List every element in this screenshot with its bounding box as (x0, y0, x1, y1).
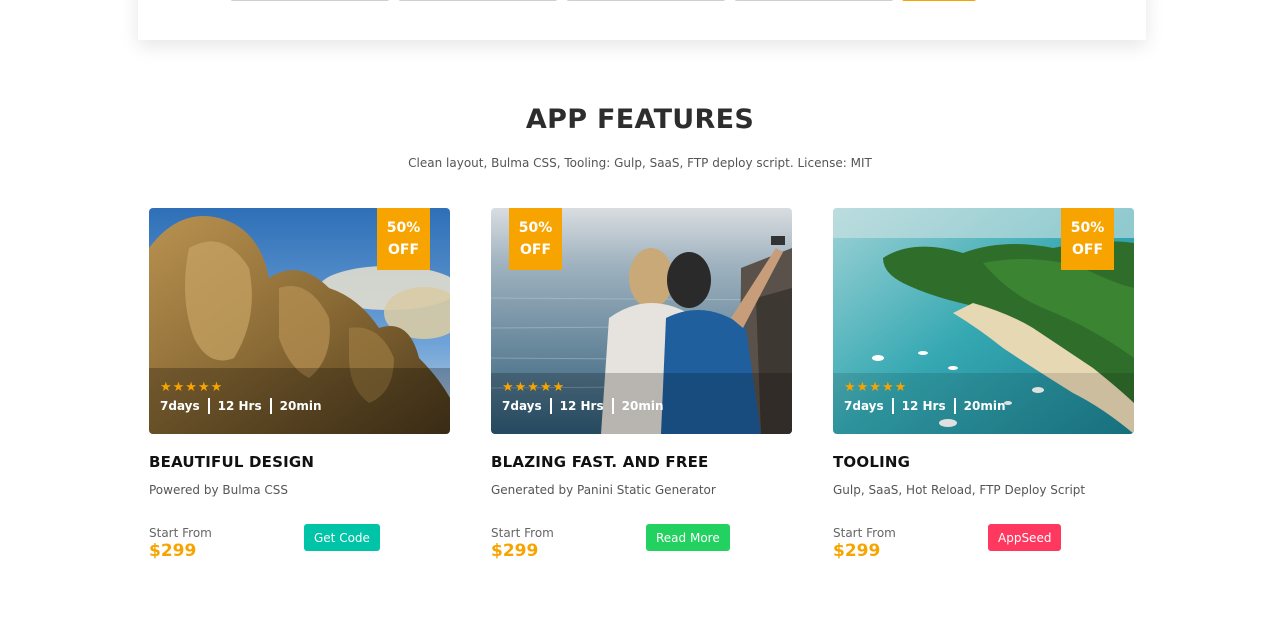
discount-percent: 50% (518, 220, 553, 236)
star-rating-icon: ★★★★★ (502, 380, 566, 395)
search-field-2[interactable] (398, 0, 558, 1)
discount-badge: 50% OFF (377, 208, 430, 270)
duration-meta: 7days 12 Hrs 20min (502, 398, 671, 414)
feature-card: 50% OFF ★★★★★ 7days 12 Hrs 20min BEAUTIF… (149, 208, 450, 562)
discount-label: OFF (387, 242, 420, 258)
price: $299 (833, 541, 881, 561)
duration-days: 7days (844, 399, 884, 413)
duration-minutes: 20min (611, 398, 672, 414)
card-description: Gulp, SaaS, Hot Reload, FTP Deploy Scrip… (833, 483, 1086, 497)
appseed-button[interactable]: AppSeed (988, 524, 1062, 551)
duration-minutes: 20min (269, 398, 330, 414)
search-button[interactable] (902, 0, 976, 1)
card-title: TOOLING (833, 453, 911, 471)
duration-hours: 12 Hrs (549, 398, 612, 414)
read-more-button[interactable]: Read More (646, 524, 730, 551)
card-title: BEAUTIFUL DESIGN (149, 453, 315, 471)
card-footer: Start From $299 AppSeed (833, 524, 1134, 562)
section-title: APP FEATURES (525, 104, 755, 135)
start-from-label: Start From (491, 526, 554, 540)
card-description: Generated by Panini Static Generator (491, 483, 716, 497)
start-from-label: Start From (149, 526, 212, 540)
start-from-label: Start From (833, 526, 896, 540)
card-image: 50% OFF ★★★★★ 7days 12 Hrs 20min (491, 208, 792, 434)
card-footer: Start From $299 Get Code (149, 524, 450, 562)
search-field-1[interactable] (230, 0, 390, 1)
discount-label: OFF (519, 242, 552, 258)
star-rating-icon: ★★★★★ (844, 380, 908, 395)
discount-badge: 50% OFF (1061, 208, 1114, 270)
star-rating-icon: ★★★★★ (160, 380, 224, 395)
duration-meta: 7days 12 Hrs 20min (160, 398, 329, 414)
duration-hours: 12 Hrs (207, 398, 270, 414)
get-code-button[interactable]: Get Code (304, 524, 380, 551)
price: $299 (491, 541, 539, 561)
card-image: 50% OFF ★★★★★ 7days 12 Hrs 20min (149, 208, 450, 434)
feature-card: 50% OFF ★★★★★ 7days 12 Hrs 20min BLAZING… (491, 208, 792, 562)
discount-badge: 50% OFF (509, 208, 562, 270)
duration-minutes: 20min (953, 398, 1014, 414)
card-title: BLAZING FAST. AND FREE (491, 453, 709, 471)
search-panel (138, 0, 1146, 40)
duration-hours: 12 Hrs (891, 398, 954, 414)
feature-card: 50% OFF ★★★★★ 7days 12 Hrs 20min TOOLING… (833, 208, 1134, 562)
duration-days: 7days (160, 399, 200, 413)
discount-label: OFF (1071, 242, 1104, 258)
discount-percent: 50% (1070, 220, 1105, 236)
section-subtitle: Clean layout, Bulma CSS, Tooling: Gulp, … (408, 156, 872, 170)
card-image: 50% OFF ★★★★★ 7days 12 Hrs 20min (833, 208, 1134, 434)
card-description: Powered by Bulma CSS (149, 483, 289, 497)
card-footer: Start From $299 Read More (491, 524, 792, 562)
search-field-3[interactable] (566, 0, 726, 1)
discount-percent: 50% (386, 220, 421, 236)
duration-days: 7days (502, 399, 542, 413)
search-field-4[interactable] (734, 0, 894, 1)
duration-meta: 7days 12 Hrs 20min (844, 398, 1013, 414)
price: $299 (149, 541, 197, 561)
